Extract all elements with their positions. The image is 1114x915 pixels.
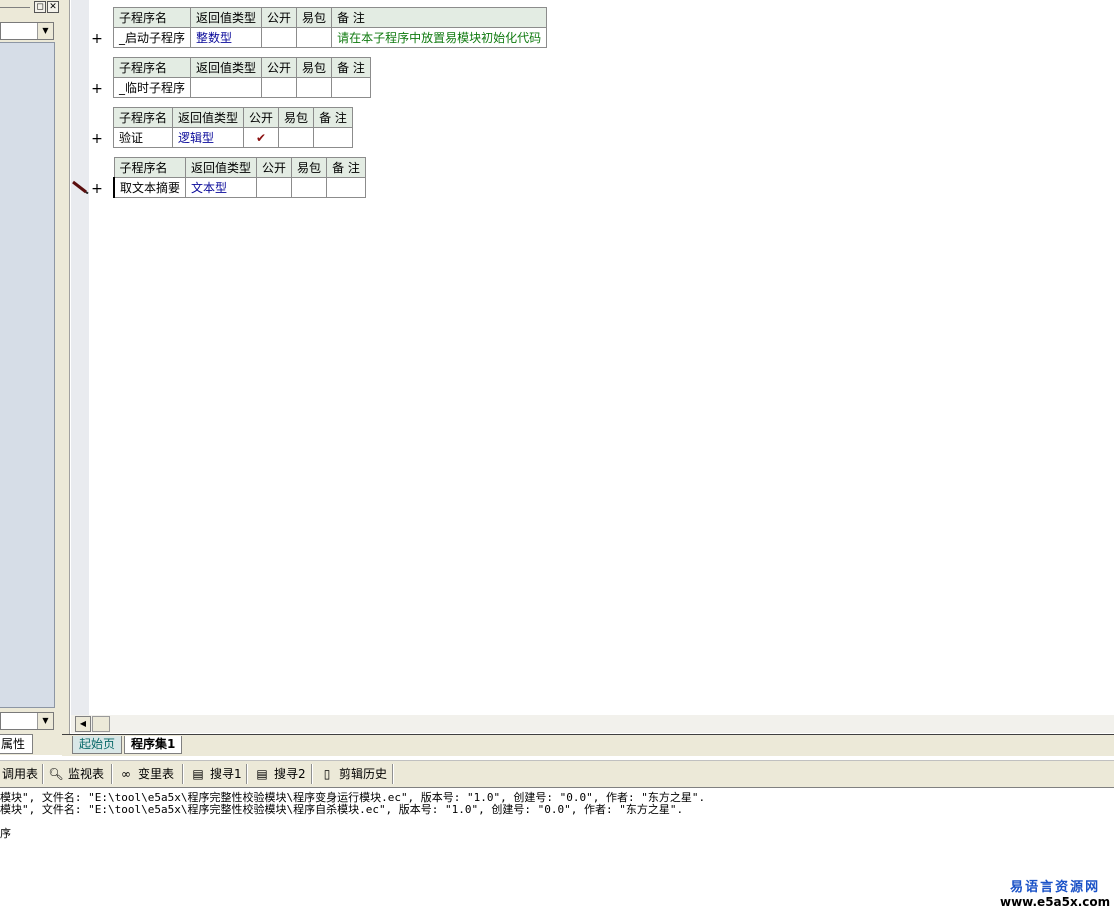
left-panel-combo-bottom[interactable]: ▼ — [0, 712, 54, 730]
header-name: 子程序名 — [112, 7, 192, 28]
chevron-down-icon[interactable]: ▼ — [37, 23, 53, 39]
call-table-button[interactable]: 调用表 — [2, 764, 38, 784]
left-panel-titlebar: ◻ ✕ — [0, 0, 62, 16]
panel-splitter[interactable] — [62, 0, 70, 735]
return-type[interactable] — [190, 77, 263, 98]
editor-gutter — [71, 0, 89, 715]
close-icon[interactable]: ✕ — [47, 1, 59, 13]
expand-icon[interactable]: + — [91, 132, 103, 146]
remark-cell[interactable]: 请在本子程序中放置易模块初始化代码 — [331, 27, 548, 48]
pencil-icon — [72, 180, 89, 194]
remark-cell[interactable] — [313, 127, 353, 148]
public-cell[interactable] — [261, 77, 298, 98]
search2-label: 搜寻2 — [274, 767, 306, 781]
left-panel-content — [0, 42, 55, 708]
search1-button[interactable]: ▤ 搜寻1 — [190, 764, 242, 784]
easy-pack-cell[interactable] — [296, 27, 333, 48]
procedure-table: 子程序名 返回值类型 公开 易包 备 注 _启动子程序 整数型 请在本子程序中放… — [112, 7, 548, 48]
header-name: 子程序名 — [112, 57, 192, 78]
expand-icon[interactable]: + — [91, 82, 103, 96]
toolbar-separator — [246, 764, 248, 784]
easy-pack-cell[interactable] — [278, 127, 315, 148]
header-easy-pack: 易包 — [291, 157, 328, 178]
public-cell[interactable] — [256, 177, 293, 198]
header-remark: 备 注 — [313, 107, 353, 128]
header-return-type: 返回值类型 — [172, 107, 245, 128]
expand-icon[interactable]: + — [91, 182, 103, 196]
variable-table-button[interactable]: ∞ 变里表 — [118, 764, 174, 784]
public-checkmark-icon[interactable]: ✔ — [243, 127, 280, 148]
left-panel-combo[interactable]: ▼ — [0, 22, 54, 40]
expand-icon[interactable]: + — [91, 32, 103, 46]
header-remark: 备 注 — [326, 157, 366, 178]
search-doc-icon: ▤ — [256, 767, 268, 781]
header-public: 公开 — [261, 57, 298, 78]
procedure-table: 子程序名 返回值类型 公开 易包 备 注 验证 逻辑型 ✔ — [112, 107, 353, 148]
header-public: 公开 — [243, 107, 280, 128]
easy-pack-cell[interactable] — [296, 77, 333, 98]
chevron-down-icon[interactable]: ▼ — [37, 713, 53, 729]
watermark-title: 易语言资源网 — [1010, 880, 1101, 895]
header-public: 公开 — [261, 7, 298, 28]
procedure-name[interactable]: 取文本摘要 — [113, 177, 187, 198]
easy-pack-cell[interactable] — [291, 177, 328, 198]
procedure-table: 子程序名 返回值类型 公开 易包 备 注 _临时子程序 — [112, 57, 371, 98]
header-easy-pack: 易包 — [296, 7, 333, 28]
clipboard-icon: ▯ — [323, 767, 331, 781]
header-easy-pack: 易包 — [296, 57, 333, 78]
toolbar-separator — [311, 764, 313, 784]
watch-table-label: 监视表 — [68, 767, 105, 781]
watermark-url: www.e5a5x.com — [1000, 895, 1111, 909]
procedure-name[interactable]: _启动子程序 — [112, 27, 192, 48]
properties-tab[interactable]: 属性 — [0, 734, 33, 754]
scrollbar-thumb[interactable] — [92, 716, 110, 732]
watch-table-button[interactable]: 🔍︎ 监视表 — [48, 764, 104, 784]
call-table-label: 调用表 — [2, 767, 39, 781]
tab-start-page[interactable]: 起始页 — [72, 736, 123, 754]
titlebar-line — [0, 7, 30, 8]
restore-icon[interactable]: ◻ — [34, 1, 46, 13]
remark-cell[interactable] — [331, 77, 371, 98]
tab-program-set[interactable]: 程序集1 — [124, 736, 183, 754]
clipboard-history-button[interactable]: ▯ 剪辑历史 — [319, 764, 387, 784]
header-return-type: 返回值类型 — [185, 157, 258, 178]
return-type[interactable]: 文本型 — [185, 177, 258, 198]
header-return-type: 返回值类型 — [190, 57, 263, 78]
variable-table-label: 变里表 — [138, 767, 175, 781]
search-doc-icon: ▤ — [192, 767, 204, 781]
scroll-left-icon[interactable]: ◀ — [75, 716, 91, 732]
toolbar-separator — [42, 764, 44, 784]
binoculars-icon: ∞ — [121, 767, 131, 781]
output-line: 模块", 文件名: "E:\tool\e5a5x\程序完整性校验模块\程序自杀模… — [0, 803, 684, 816]
header-public: 公开 — [256, 157, 293, 178]
procedure-table: 子程序名 返回值类型 公开 易包 备 注 取文本摘要 文本型 — [113, 157, 366, 198]
header-name: 子程序名 — [112, 107, 174, 128]
output-line: 序 — [0, 827, 11, 840]
header-remark: 备 注 — [331, 57, 371, 78]
header-name: 子程序名 — [113, 157, 187, 178]
toolbar-separator — [182, 764, 184, 784]
clipboard-history-label: 剪辑历史 — [339, 767, 388, 781]
magnifier-icon: 🔍︎ — [48, 767, 64, 781]
return-type[interactable]: 整数型 — [190, 27, 263, 48]
toolbar-separator — [111, 764, 113, 784]
header-remark: 备 注 — [331, 7, 548, 28]
remark-cell[interactable] — [326, 177, 366, 198]
document-tab-strip — [62, 734, 1114, 756]
header-return-type: 返回值类型 — [190, 7, 263, 28]
toolbar-separator — [392, 764, 394, 784]
procedure-name[interactable]: 验证 — [112, 127, 174, 148]
search2-button[interactable]: ▤ 搜寻2 — [254, 764, 306, 784]
watermark: 易语言资源网 www.e5a5x.com — [1000, 880, 1110, 910]
header-easy-pack: 易包 — [278, 107, 315, 128]
procedure-name[interactable]: _临时子程序 — [112, 77, 192, 98]
public-cell[interactable] — [261, 27, 298, 48]
return-type[interactable]: 逻辑型 — [172, 127, 245, 148]
horizontal-scrollbar[interactable] — [71, 715, 1114, 733]
search1-label: 搜寻1 — [210, 767, 242, 781]
